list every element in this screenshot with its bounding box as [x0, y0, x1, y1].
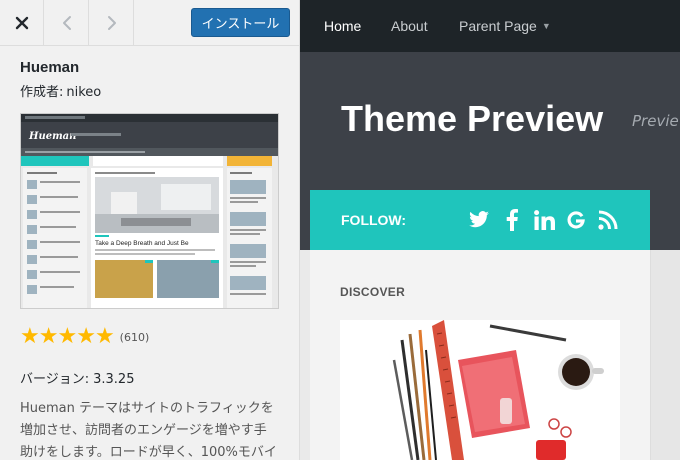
theme-screenshot-image: Hueman Take a Deep Breath and Just Be — [21, 114, 278, 308]
facebook-icon[interactable] — [502, 207, 522, 233]
thumb-post-title: Take a Deep Breath and Just Be — [95, 240, 189, 247]
author-label: 作成者: — [20, 85, 64, 100]
star-icon: ★ — [76, 324, 96, 349]
featured-image[interactable] — [340, 320, 620, 460]
google-icon[interactable] — [564, 207, 588, 233]
theme-description: Hueman テーマはサイトのトラフィックを増加させ、訪問者のエンゲージを増やす… — [20, 401, 277, 460]
rss-icon[interactable] — [596, 207, 620, 233]
theme-rating: ★ ★ ★ ★ ★ (610) — [20, 326, 149, 348]
close-icon — [15, 16, 28, 29]
linkedin-icon[interactable] — [532, 207, 558, 233]
author-name: nikeo — [66, 85, 102, 100]
preview-content-area: DISCOVER — [310, 250, 650, 460]
theme-preview-frame: Home About Parent Page ▼ Theme Preview P… — [300, 0, 680, 460]
version-label: バージョン: — [20, 372, 90, 387]
install-button[interactable]: インストール — [191, 8, 290, 37]
chevron-left-icon — [62, 15, 71, 30]
star-icon: ★ — [20, 324, 40, 349]
nav-parent-page-link[interactable]: Parent Page ▼ — [459, 0, 551, 52]
twitter-icon[interactable] — [466, 207, 492, 233]
star-icon: ★ — [94, 324, 115, 349]
theme-name: Hueman — [20, 59, 80, 76]
rating-count: (610) — [119, 330, 150, 344]
site-title[interactable]: Theme Preview — [341, 98, 603, 140]
theme-author: 作成者: nikeo — [20, 81, 101, 100]
discover-heading: DISCOVER — [340, 285, 406, 299]
preview-nav-bar: Home About Parent Page ▼ — [300, 0, 680, 52]
theme-details-sidebar: インストール Hueman 作成者: nikeo Hueman Take a D… — [0, 0, 300, 460]
preview-sidebar-edge — [650, 250, 680, 460]
previous-theme-button[interactable] — [45, 0, 89, 45]
sidebar-toolbar: インストール — [0, 0, 299, 46]
nav-parent-label: Parent Page — [459, 18, 537, 34]
theme-version: バージョン: 3.3.25 — [20, 368, 134, 387]
theme-screenshot: Hueman Take a Deep Breath and Just Be — [20, 113, 279, 309]
close-button[interactable] — [0, 0, 44, 45]
caret-down-icon: ▼ — [541, 21, 551, 31]
star-icon: ★ — [57, 324, 78, 349]
star-icon: ★ — [38, 324, 59, 349]
site-tagline: Preview — [632, 112, 680, 130]
nav-about-link[interactable]: About — [391, 0, 428, 52]
nav-home-link[interactable]: Home — [324, 0, 361, 52]
stationery-photo — [340, 320, 620, 460]
version-number: 3.3.25 — [93, 372, 135, 387]
follow-bar: FOLLOW: — [310, 190, 650, 250]
follow-label: FOLLOW: — [341, 212, 407, 228]
next-theme-button[interactable] — [90, 0, 134, 45]
chevron-right-icon — [107, 15, 116, 30]
thumb-site-name: Hueman — [28, 131, 76, 142]
